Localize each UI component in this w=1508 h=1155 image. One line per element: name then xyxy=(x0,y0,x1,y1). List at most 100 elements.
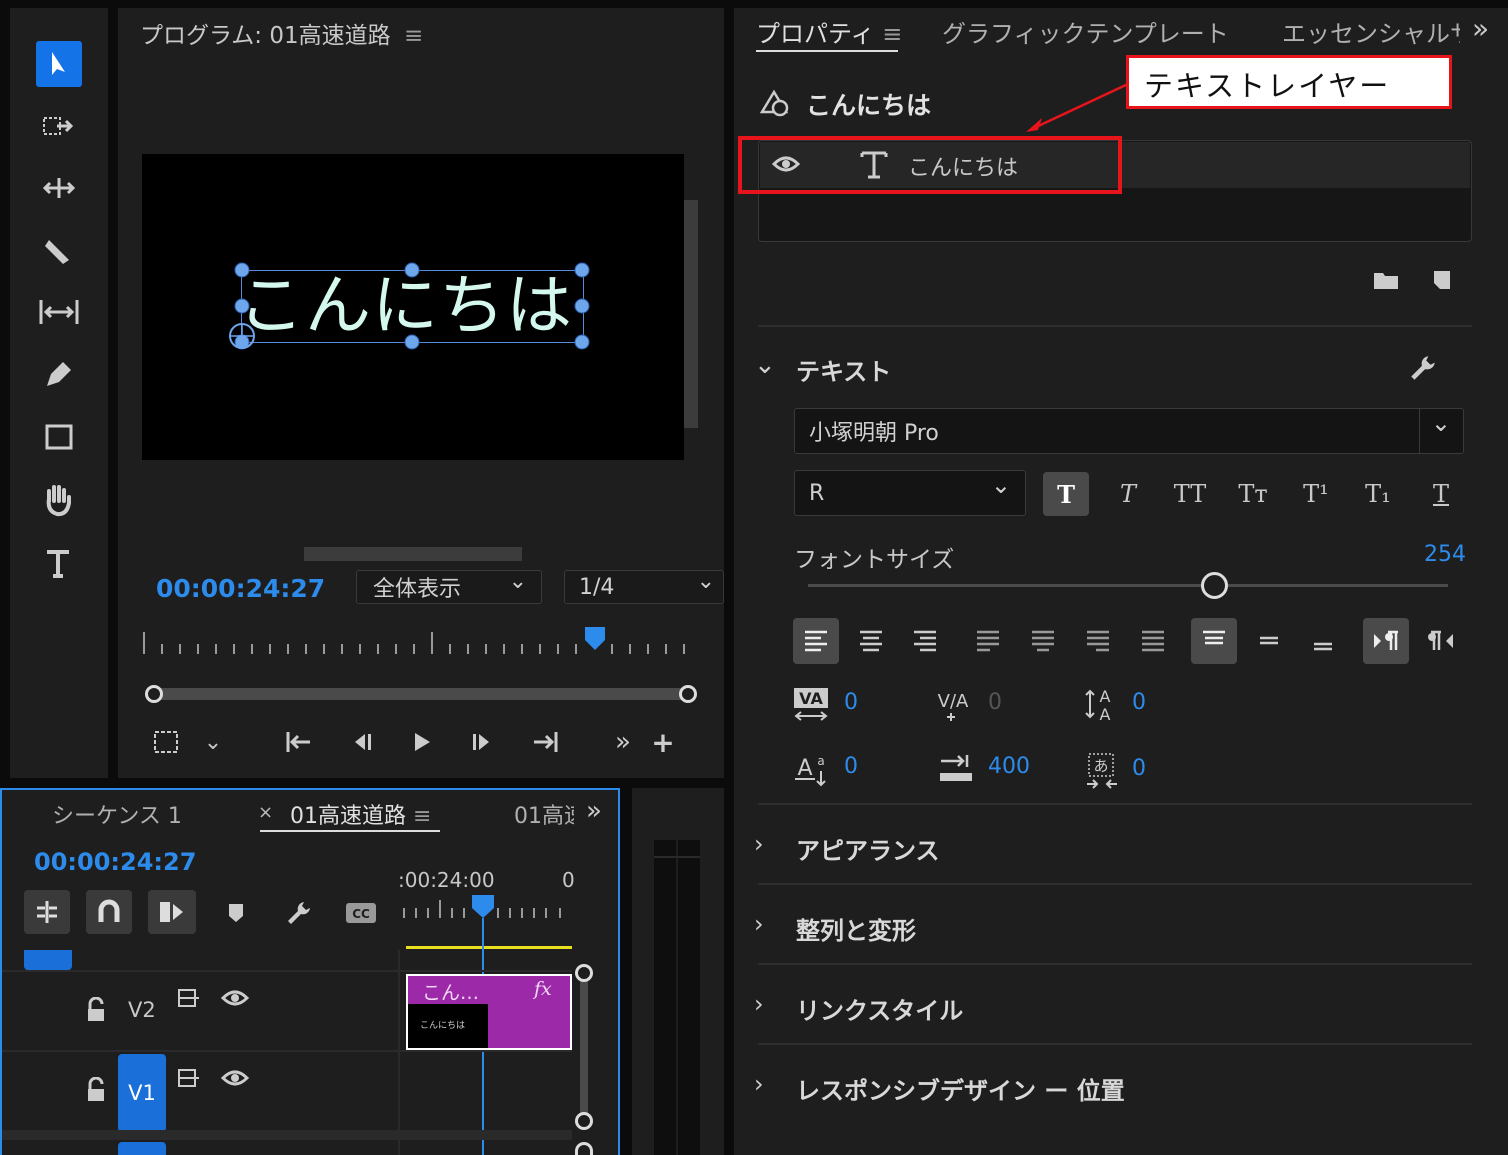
type-tool[interactable] xyxy=(34,540,84,588)
add-button-icon[interactable]: + xyxy=(648,726,678,759)
font-size-slider-track[interactable] xyxy=(808,584,1448,587)
rtl-direction-button[interactable] xyxy=(1418,618,1464,664)
chevron-right-icon[interactable]: › xyxy=(754,830,764,858)
tab-width-value[interactable]: 400 xyxy=(988,754,1030,779)
track-select-tool[interactable] xyxy=(34,102,84,150)
zoom-select[interactable]: 全体表示 ⌄ xyxy=(356,569,542,604)
ltr-direction-button[interactable] xyxy=(1363,618,1409,664)
viewer-scrollbar[interactable] xyxy=(684,200,698,428)
panel-menu-icon[interactable]: ≡ xyxy=(404,23,423,49)
linked-selection-button[interactable] xyxy=(148,890,196,934)
track-name-v2[interactable]: V2 xyxy=(128,998,156,1022)
tab-properties[interactable]: プロパティ ≡ xyxy=(756,14,902,49)
align-right-button[interactable] xyxy=(902,618,948,664)
font-family-select[interactable]: 小塚明朝 Pro ⌄ xyxy=(794,408,1464,454)
hand-tool[interactable] xyxy=(34,476,84,524)
lock-icon[interactable] xyxy=(82,994,110,1026)
step-back-icon[interactable] xyxy=(344,726,378,758)
timeline-timecode[interactable]: 00:00:24:27 xyxy=(34,848,196,876)
tsume-value[interactable]: 0 xyxy=(1132,756,1146,781)
more-controls-icon[interactable]: » xyxy=(608,726,638,758)
nest-sequence-button[interactable] xyxy=(24,890,70,934)
faux-italic-button[interactable]: T xyxy=(1105,472,1151,516)
align-center-button[interactable] xyxy=(848,618,894,664)
razor-tool[interactable] xyxy=(34,226,84,274)
program-timecode[interactable]: 00:00:24:27 xyxy=(156,574,325,603)
font-size-slider-knob[interactable] xyxy=(1201,572,1228,599)
program-monitor-title[interactable]: プログラム: 01高速道路 ≡ xyxy=(140,16,423,50)
all-caps-button[interactable]: TT xyxy=(1167,472,1213,516)
eye-icon[interactable] xyxy=(220,1066,250,1090)
chevron-right-icon[interactable]: › xyxy=(754,990,764,1018)
eye-icon[interactable] xyxy=(220,986,250,1010)
align-transform-section-title[interactable]: 整列と変形 xyxy=(796,911,916,946)
rectangle-tool[interactable] xyxy=(34,414,84,462)
track-name-v1[interactable]: V1 xyxy=(118,1054,166,1132)
align-middle-button[interactable] xyxy=(1246,618,1292,664)
zoom-scroll-bar[interactable] xyxy=(152,688,688,700)
text-section-title[interactable]: テキスト xyxy=(796,352,891,387)
wrench-icon[interactable] xyxy=(1404,350,1442,386)
justify-last-right-button[interactable] xyxy=(1075,618,1121,664)
step-forward-icon[interactable] xyxy=(466,726,500,758)
timeline-v-handle-bottom[interactable] xyxy=(575,1112,593,1130)
small-caps-button[interactable]: Tт xyxy=(1230,472,1276,516)
tab-graphics-templates[interactable]: グラフィックテンプレート xyxy=(942,14,1229,49)
tab-essential-sound[interactable]: エッセンシャルサウンド xyxy=(1282,14,1460,49)
graphic-clip[interactable]: こん… fx こんにちは xyxy=(406,974,572,1050)
wrench-icon[interactable] xyxy=(282,896,316,930)
timeline-playhead-icon[interactable] xyxy=(471,894,495,920)
appearance-section-title[interactable]: アピアランス xyxy=(796,831,940,866)
tracking-value[interactable]: 0 xyxy=(988,690,1002,715)
track-target-indicator[interactable] xyxy=(24,950,72,970)
faux-bold-button[interactable]: T xyxy=(1043,472,1089,516)
track-target-v1-lower[interactable] xyxy=(118,1142,166,1155)
program-time-ruler[interactable] xyxy=(140,624,690,658)
new-layer-icon[interactable] xyxy=(1426,266,1458,294)
folder-icon[interactable] xyxy=(1370,266,1402,294)
zoom-handle-right[interactable] xyxy=(679,685,697,703)
justify-last-left-button[interactable] xyxy=(965,618,1011,664)
viewer-h-scrollbar[interactable] xyxy=(304,547,522,561)
selection-handles[interactable] xyxy=(228,258,598,356)
font-style-select[interactable]: R ⌄ xyxy=(794,470,1026,516)
more-tabs-icon[interactable]: » xyxy=(1472,12,1489,45)
resolution-select[interactable]: 1/4 ⌄ xyxy=(564,569,724,604)
chevron-right-icon[interactable]: › xyxy=(754,1070,764,1098)
leading-value[interactable]: 0 xyxy=(1132,690,1146,715)
captions-icon[interactable]: CC xyxy=(344,900,378,926)
sync-lock-icon[interactable] xyxy=(174,984,204,1012)
baseline-shift-value[interactable]: 0 xyxy=(844,754,858,779)
lock-icon[interactable] xyxy=(82,1074,110,1106)
safe-margins-icon[interactable] xyxy=(148,726,184,758)
work-area-bar[interactable] xyxy=(406,946,572,949)
selection-tool[interactable] xyxy=(34,40,84,88)
more-tabs-icon[interactable]: » xyxy=(586,796,602,826)
justify-last-center-button[interactable] xyxy=(1020,618,1066,664)
panel-menu-icon[interactable]: ≡ xyxy=(882,20,902,48)
snap-button[interactable] xyxy=(86,890,132,934)
go-to-out-icon[interactable] xyxy=(528,726,562,758)
chevron-right-icon[interactable]: › xyxy=(754,910,764,938)
timeline-v-scrollbar[interactable] xyxy=(580,972,588,1122)
font-size-value[interactable]: 254 xyxy=(1424,542,1466,567)
slip-tool[interactable] xyxy=(34,288,84,336)
timeline-v-handle-extra[interactable] xyxy=(575,1142,593,1155)
align-top-button[interactable] xyxy=(1191,618,1237,664)
zoom-handle-left[interactable] xyxy=(145,685,163,703)
tab-sequence-1[interactable]: シーケンス 1 xyxy=(52,798,182,830)
playhead-icon[interactable] xyxy=(584,626,606,652)
kerning-value[interactable]: 0 xyxy=(844,690,858,715)
tab-overflow[interactable]: 01高速道路 xyxy=(514,798,574,830)
subscript-button[interactable]: T₁ xyxy=(1355,472,1401,516)
link-styles-section-title[interactable]: リンクスタイル xyxy=(796,991,963,1026)
play-icon[interactable] xyxy=(404,726,438,758)
ripple-edit-tool[interactable] xyxy=(34,164,84,212)
responsive-design-section-title[interactable]: レスポンシブデザイン ー 位置 xyxy=(796,1071,1125,1106)
close-icon[interactable]: × xyxy=(258,802,273,823)
chevron-down-icon[interactable]: ⌄ xyxy=(198,726,228,758)
align-left-button[interactable] xyxy=(793,618,839,664)
tab-01-highway[interactable]: 01高速道路 ≡ xyxy=(290,798,431,830)
superscript-button[interactable]: T¹ xyxy=(1293,472,1339,516)
underline-button[interactable]: T xyxy=(1418,472,1464,516)
